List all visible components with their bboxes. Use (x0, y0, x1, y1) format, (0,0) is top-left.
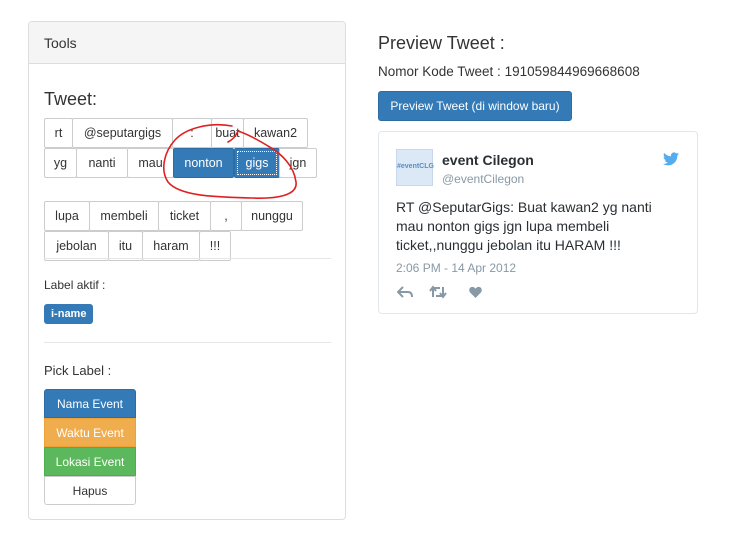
word-button[interactable]: yg (44, 148, 77, 178)
word-button[interactable]: jgn (279, 148, 317, 178)
word-button[interactable]: mau (127, 148, 174, 178)
word-button[interactable]: haram (142, 231, 200, 261)
avatar[interactable]: #eventCLG (396, 149, 434, 186)
word-button[interactable]: buat (211, 118, 244, 148)
word-button[interactable]: nanti (76, 148, 128, 178)
tweet-title: Tweet: (44, 89, 98, 109)
word-button[interactable]: @seputargigs (72, 118, 173, 148)
word-button[interactable]: : (172, 118, 212, 148)
author-name[interactable]: event Cilegon (442, 152, 534, 168)
nama-event-button[interactable]: Nama Event (44, 389, 136, 418)
word-button[interactable]: nunggu (241, 201, 303, 231)
word-button-selected[interactable]: gigs (234, 148, 280, 178)
twitter-bird-icon[interactable] (663, 152, 679, 166)
waktu-event-button[interactable]: Waktu Event (44, 418, 136, 447)
word-button[interactable]: ticket (158, 201, 211, 231)
word-button[interactable]: rt (44, 118, 73, 148)
tweet-date[interactable]: 2:06 PM - 14 Apr 2012 (396, 261, 516, 275)
word-button[interactable]: , (210, 201, 242, 231)
word-button[interactable]: jebolan (44, 231, 109, 261)
author-handle[interactable]: @eventCilegon (442, 172, 524, 186)
tools-panel: Tools Tweet: rt @seputargigs : buat kawa… (28, 21, 346, 520)
word-button[interactable]: kawan2 (243, 118, 308, 148)
tweet-text: RT @SeputarGigs: Buat kawan2 yg nanti ma… (396, 199, 652, 253)
preview-title: Preview Tweet : (378, 33, 505, 53)
like-heart-icon[interactable] (469, 285, 482, 299)
hapus-button[interactable]: Hapus (44, 476, 136, 505)
word-button[interactable]: itu (108, 231, 143, 261)
tweet-code: Nomor Kode Tweet : 191059844969668608 (378, 64, 640, 79)
embedded-tweet: #eventCLG event Cilegon @eventCilegon RT… (378, 131, 698, 314)
word-button-selected[interactable]: nonton (173, 148, 234, 178)
label-aktif-title: Label aktif : (44, 278, 106, 292)
word-button[interactable]: lupa (44, 201, 90, 231)
tools-heading: Tools (29, 22, 345, 64)
reply-icon[interactable] (397, 285, 413, 299)
active-label-badge: i-name (44, 304, 94, 324)
retweet-icon[interactable] (429, 285, 447, 299)
pick-label-title: Pick Label : (44, 363, 112, 378)
divider (44, 342, 331, 343)
divider (44, 258, 331, 259)
word-button[interactable]: !!! (199, 231, 231, 261)
lokasi-event-button[interactable]: Lokasi Event (44, 447, 136, 476)
preview-tweet-button[interactable]: Preview Tweet (di window baru) (378, 91, 572, 121)
word-button[interactable]: membeli (89, 201, 159, 231)
